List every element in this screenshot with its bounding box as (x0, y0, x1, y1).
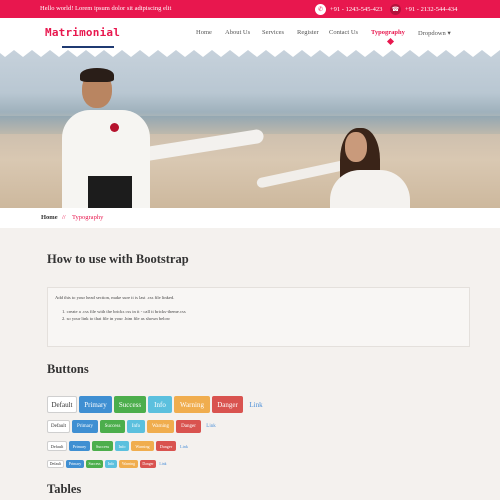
danger-button[interactable]: Danger (156, 441, 176, 451)
link-button[interactable]: Link (245, 396, 267, 413)
instructions-panel: Add this to your head section, make sure… (47, 287, 470, 347)
section-heading-tables: Tables (47, 482, 82, 496)
main-navbar: Matrimonial Best Matrimony Website Home … (0, 18, 500, 53)
info-button[interactable]: Info (105, 460, 117, 468)
phone-number-2: +91 - 2132-544-434 (405, 5, 458, 13)
groom-hair (80, 68, 114, 82)
bride-arm (255, 160, 347, 189)
primary-button[interactable]: Primary (69, 441, 90, 451)
warning-button[interactable]: Warning (119, 460, 138, 468)
info-button[interactable]: Info (127, 420, 145, 433)
default-button[interactable]: Default (47, 460, 64, 468)
button-row-large: Default Primary Success Info Warning Dan… (47, 396, 267, 413)
nav-contact-us[interactable]: Contact Us (329, 29, 358, 36)
phone-number-1: +91 - 1243-545-423 (330, 5, 383, 13)
breadcrumb-separator: // (62, 214, 66, 221)
primary-button[interactable]: Primary (79, 396, 112, 413)
default-button[interactable]: Default (47, 396, 77, 413)
instruction-step: 1. create a .css file with the bricks cs… (62, 309, 186, 314)
danger-button[interactable]: Danger (140, 460, 156, 468)
info-button[interactable]: Info (115, 441, 129, 451)
button-row-medium: Default Primary Success Info Warning Dan… (47, 420, 219, 433)
warning-button[interactable]: Warning (131, 441, 154, 451)
breadcrumb-current: Typography (72, 214, 104, 221)
link-button[interactable]: Link (178, 441, 190, 451)
primary-button[interactable]: Primary (66, 460, 84, 468)
bride-dress (330, 170, 410, 208)
nav-home[interactable]: Home (196, 29, 212, 36)
phone-icon: ✆ (315, 3, 326, 15)
danger-button[interactable]: Danger (212, 396, 243, 413)
mobile-icon: ☎ (390, 3, 401, 15)
zigzag-border (0, 48, 500, 57)
default-button[interactable]: Default (47, 420, 70, 433)
section-heading-buttons: Buttons (47, 362, 89, 376)
warning-button[interactable]: Warning (147, 420, 174, 433)
greeting-text: Hello world! Lorem ipsum dolor sit adipi… (40, 5, 172, 12)
success-button[interactable]: Success (114, 396, 146, 413)
nav-dropdown[interactable]: Dropdown ▾ (418, 29, 451, 37)
danger-button[interactable]: Danger (176, 420, 201, 433)
warning-button[interactable]: Warning (174, 396, 210, 413)
top-bar: Hello world! Lorem ipsum dolor sit adipi… (0, 0, 500, 18)
link-button[interactable]: Link (158, 460, 168, 468)
nav-dropdown-label: Dropdown (418, 30, 446, 37)
button-row-extra-small: Default Primary Success Info Warning Dan… (47, 460, 168, 468)
instruction-step: 2. so your link to that file in your .ht… (62, 316, 171, 321)
primary-button[interactable]: Primary (72, 420, 98, 433)
phone-contact-2[interactable]: ☎ +91 - 2132-544-434 (390, 3, 457, 15)
info-button[interactable]: Info (148, 396, 172, 413)
success-button[interactable]: Success (86, 460, 103, 468)
bride-head (345, 132, 367, 162)
nav-about-us[interactable]: About Us (225, 29, 250, 36)
success-button[interactable]: Success (92, 441, 113, 451)
chevron-down-icon: ▾ (447, 30, 451, 37)
nav-typography[interactable]: Typography (371, 29, 405, 36)
default-button[interactable]: Default (47, 441, 67, 451)
nav-menu: Home About Us Services Register Contact … (0, 29, 500, 46)
groom-pants (88, 176, 132, 208)
success-button[interactable]: Success (100, 420, 125, 433)
active-indicator (386, 37, 395, 46)
section-heading-bootstrap: How to use with Bootstrap (47, 252, 189, 266)
phone-contact-1[interactable]: ✆ +91 - 1243-545-423 (315, 3, 382, 15)
breadcrumb: Home // Typography (0, 208, 500, 228)
hero-banner-image (0, 48, 500, 208)
instructions-intro: Add this to your head section, make sure… (55, 295, 175, 300)
link-button[interactable]: Link (203, 420, 219, 433)
button-row-small: Default Primary Success Info Warning Dan… (47, 441, 190, 451)
breadcrumb-home[interactable]: Home (41, 214, 58, 221)
boutonniere (110, 123, 119, 132)
nav-register[interactable]: Register (297, 29, 319, 36)
nav-services[interactable]: Services (262, 29, 284, 36)
